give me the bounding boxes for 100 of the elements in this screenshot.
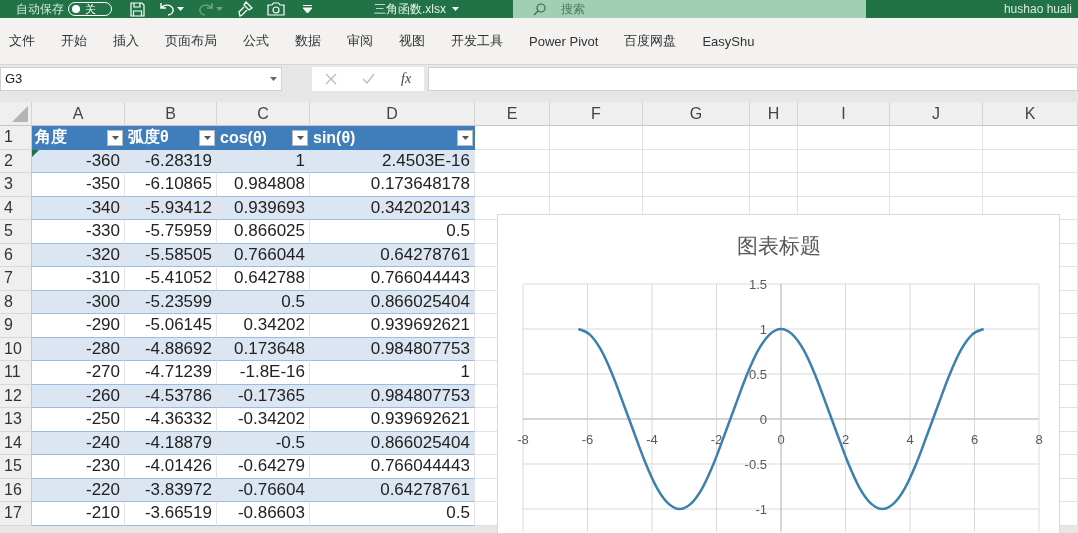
row-header[interactable]: 15 bbox=[0, 455, 32, 479]
table-cell: -5.41052 bbox=[125, 267, 217, 291]
table-cell: 0.34202 bbox=[217, 314, 310, 338]
table-cell: 0.173648 bbox=[217, 337, 310, 361]
column-header[interactable]: G bbox=[643, 102, 750, 126]
column-header[interactable]: D bbox=[310, 102, 475, 126]
filter-button[interactable] bbox=[292, 129, 308, 146]
table-cell: -3.83972 bbox=[125, 478, 217, 502]
file-name[interactable]: 三角函数.xlsx bbox=[374, 0, 459, 18]
table-cell: 0.866025 bbox=[217, 220, 310, 244]
table-cell: -340 bbox=[32, 196, 125, 220]
row-header[interactable]: 16 bbox=[0, 478, 32, 502]
row-header[interactable]: 9 bbox=[0, 314, 32, 338]
camera-button[interactable] bbox=[267, 2, 285, 16]
table-cell: 1 bbox=[217, 149, 310, 173]
filter-button[interactable] bbox=[199, 129, 215, 146]
name-box[interactable]: G3 bbox=[0, 66, 282, 91]
table-cell: -330 bbox=[32, 220, 125, 244]
table-cell: -280 bbox=[32, 337, 125, 361]
user-name[interactable]: hushao huali bbox=[1003, 2, 1072, 16]
row-header[interactable]: 6 bbox=[0, 243, 32, 267]
ribbon-tab[interactable]: 文件 bbox=[9, 32, 35, 50]
table-cell: 0.342020143 bbox=[310, 196, 475, 220]
table-cell: -4.01426 bbox=[125, 455, 217, 479]
save-button[interactable] bbox=[130, 1, 145, 17]
row-header[interactable]: 7 bbox=[0, 267, 32, 291]
chart-title: 图表标题 bbox=[737, 234, 821, 257]
formula-input[interactable] bbox=[428, 66, 1078, 91]
ribbon-tab[interactable]: 审阅 bbox=[347, 32, 373, 50]
row-header[interactable]: 13 bbox=[0, 408, 32, 432]
caret-icon bbox=[203, 135, 211, 140]
table-cell: -5.06145 bbox=[125, 314, 217, 338]
ribbon-tab[interactable]: 数据 bbox=[295, 32, 321, 50]
column-header[interactable]: H bbox=[750, 102, 798, 126]
column-header[interactable]: A bbox=[32, 102, 125, 126]
column-header[interactable]: K bbox=[983, 102, 1078, 126]
row-header[interactable]: 3 bbox=[0, 173, 32, 197]
table-cell: 0.642788 bbox=[217, 267, 310, 291]
row-header[interactable]: 11 bbox=[0, 361, 32, 385]
y-tick-label: 1.5 bbox=[748, 277, 767, 292]
row-header[interactable]: 4 bbox=[0, 196, 32, 220]
ribbon-tab[interactable]: 公式 bbox=[243, 32, 269, 50]
table-cell: -5.23599 bbox=[125, 290, 217, 314]
table-cell: 0.984808 bbox=[217, 173, 310, 197]
table-cell: 0.5 bbox=[310, 502, 475, 526]
row-header[interactable]: 5 bbox=[0, 220, 32, 244]
ribbon-tab[interactable]: 视图 bbox=[399, 32, 425, 50]
ribbon-tab[interactable]: 插入 bbox=[113, 32, 139, 50]
row-header[interactable]: 2 bbox=[0, 149, 32, 173]
format-painter-button[interactable] bbox=[237, 1, 253, 17]
y-tick-label: 0 bbox=[759, 412, 767, 427]
ribbon-tab[interactable]: EasyShu bbox=[702, 33, 755, 49]
column-header[interactable]: F bbox=[550, 102, 643, 126]
table-cell: 0.984807753 bbox=[310, 337, 475, 361]
table-cell: 1 bbox=[310, 361, 475, 385]
column-header[interactable]: E bbox=[475, 102, 550, 126]
row-header[interactable]: 12 bbox=[0, 384, 32, 408]
x-tick-label: 4 bbox=[906, 432, 914, 447]
caret-icon bbox=[452, 7, 459, 11]
table-header-cell: sin(θ) bbox=[310, 126, 475, 150]
row-header[interactable]: 1 bbox=[0, 126, 32, 150]
x-tick-label: -8 bbox=[517, 432, 529, 447]
column-header[interactable]: C bbox=[217, 102, 310, 126]
search-field[interactable]: 搜索 bbox=[513, 0, 866, 18]
table-cell: -4.88692 bbox=[125, 337, 217, 361]
row-header[interactable]: 17 bbox=[0, 502, 32, 526]
ribbon-tab[interactable]: 百度网盘 bbox=[624, 32, 677, 50]
column-header[interactable]: I bbox=[798, 102, 890, 126]
ribbon-tab[interactable]: 开发工具 bbox=[451, 32, 503, 50]
caret-icon bbox=[177, 7, 184, 11]
filter-button[interactable] bbox=[457, 129, 473, 146]
table-cell: 0.939693 bbox=[217, 196, 310, 220]
x-tick-label: 2 bbox=[841, 432, 850, 447]
filter-button[interactable] bbox=[107, 129, 123, 146]
table-cell: 0.939692621 bbox=[310, 408, 475, 432]
undo-icon bbox=[159, 2, 175, 16]
row-header[interactable]: 10 bbox=[0, 337, 32, 361]
ribbon-tab[interactable]: 开始 bbox=[61, 32, 87, 50]
table-cell: -220 bbox=[32, 478, 125, 502]
table-header-cell: 角度 bbox=[32, 126, 125, 150]
column-header[interactable]: J bbox=[890, 102, 983, 126]
autosave-label: 自动保存 bbox=[16, 0, 64, 18]
row-header[interactable]: 8 bbox=[0, 290, 32, 314]
customize-toolbar-button[interactable] bbox=[303, 5, 312, 13]
table-cell: -310 bbox=[32, 267, 125, 291]
ribbon-tab[interactable]: Power Pivot bbox=[529, 33, 599, 49]
table-cell: -1.8E-16 bbox=[217, 361, 310, 385]
table-cell: -0.86603 bbox=[217, 502, 310, 526]
undo-button[interactable] bbox=[159, 2, 184, 16]
table-cell: -0.34202 bbox=[217, 408, 310, 432]
table-cell: -5.58505 bbox=[125, 243, 217, 267]
table-cell: -360 bbox=[32, 149, 125, 173]
caret-icon bbox=[296, 135, 304, 140]
ribbon-tab[interactable]: 页面布局 bbox=[165, 32, 217, 50]
column-header[interactable]: B bbox=[125, 102, 217, 126]
row-header[interactable]: 14 bbox=[0, 431, 32, 455]
check-icon[interactable] bbox=[362, 73, 376, 84]
insert-function-button[interactable]: fx bbox=[401, 70, 412, 87]
table-cell: -300 bbox=[32, 290, 125, 314]
table-cell: 0.866025404 bbox=[310, 290, 475, 314]
